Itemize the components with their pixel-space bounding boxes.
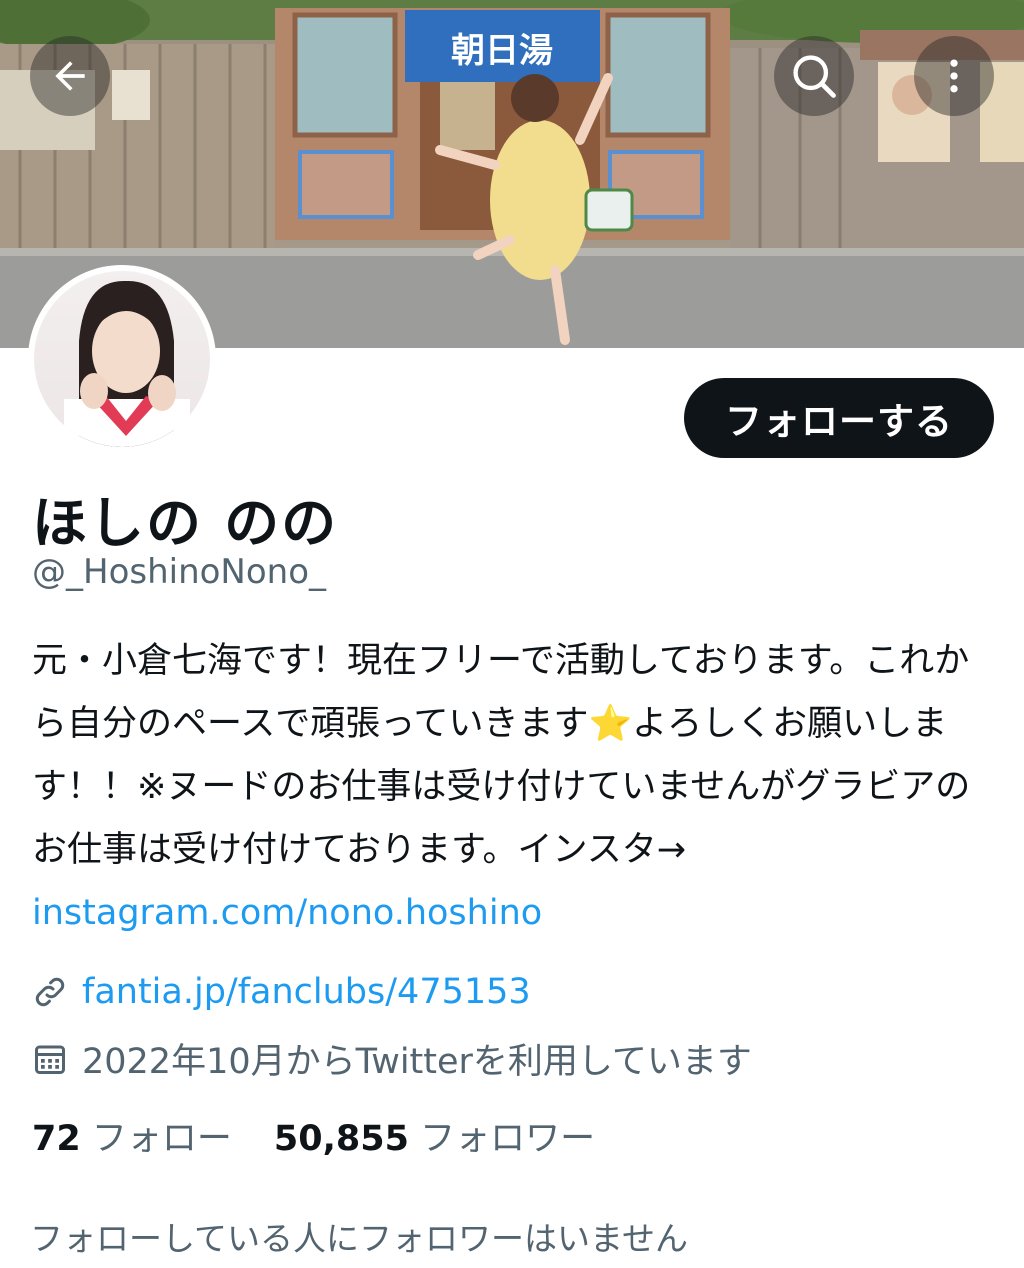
display-name: ほしの のの (32, 491, 339, 555)
followers-you-know: フォローしている人にフォロワーはいません (30, 1219, 689, 1258)
follow-stats: 72 フォロー 50,855 フォロワー (32, 1110, 595, 1161)
calendar-icon (35, 1045, 65, 1074)
search-icon (793, 55, 836, 98)
link-icon (35, 977, 65, 1007)
arrow-left-icon (55, 61, 85, 91)
following-stat[interactable]: 72 フォロー (32, 1110, 232, 1161)
follow-button[interactable]: フォローする (684, 378, 994, 458)
avatar-photo (34, 271, 210, 447)
user-handle: @_HoshinoNono_ (32, 552, 327, 592)
joined-date: 2022年10月からTwitterを利用しています (82, 1042, 752, 1082)
more-button[interactable] (914, 36, 994, 116)
followers-count: 50,855 (273, 1119, 409, 1159)
following-count: 72 (32, 1119, 81, 1159)
profile-avatar[interactable] (28, 265, 216, 453)
more-vertical-icon (950, 59, 958, 93)
followers-label: フォロワー (420, 1119, 596, 1159)
bio-instagram-link[interactable]: instagram.com/nono.hoshino (32, 893, 542, 933)
website-row: fantia.jp/fanclubs/475153 (32, 972, 531, 1012)
joined-row: 2022年10月からTwitterを利用しています (32, 1033, 752, 1084)
banner-sign-text: 朝日湯 (451, 31, 553, 71)
back-button[interactable] (30, 36, 110, 116)
star-emoji: ⭐ (588, 704, 633, 744)
followers-stat[interactable]: 50,855 フォロワー (274, 1110, 595, 1161)
search-button[interactable] (774, 36, 854, 116)
profile-bio: 元・小倉七海です！現在フリーで活動しております。これから自分のペースで頑張ってい… (32, 630, 1002, 945)
following-label: フォロー (91, 1119, 232, 1159)
website-link[interactable]: fantia.jp/fanclubs/475153 (82, 972, 531, 1012)
